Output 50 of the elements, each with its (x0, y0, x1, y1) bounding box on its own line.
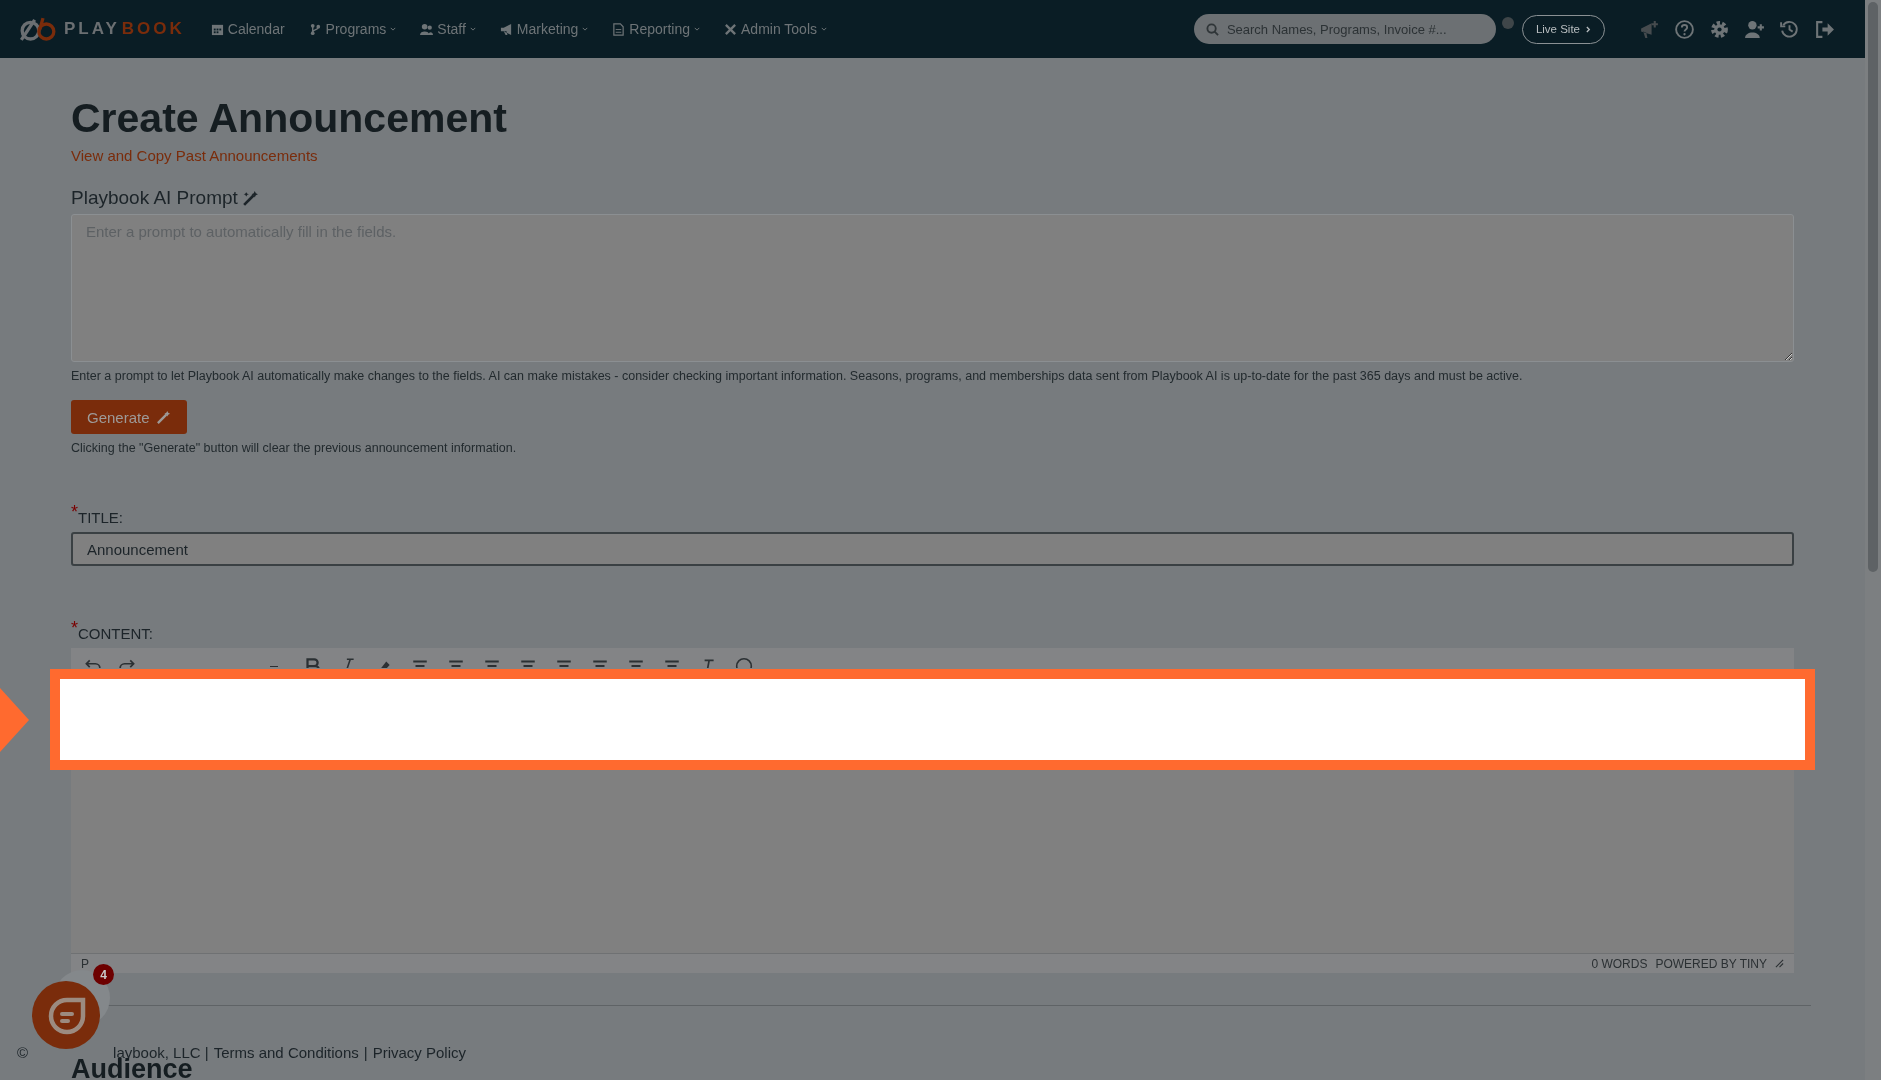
logo-icon (18, 16, 58, 42)
help-text: Clicking the "Generate" button will clear the previous announcement information. (71, 440, 518, 456)
megaphone-icon[interactable] (1639, 18, 1660, 40)
chat-button[interactable] (32, 970, 110, 1049)
scrollbar-thumb[interactable] (1868, 2, 1878, 572)
nav-menu-item[interactable]: Staff (420, 21, 476, 37)
calendar-icon (210, 22, 224, 36)
tour-pointer-icon (0, 688, 30, 752)
logo-text: PLAY (64, 19, 120, 39)
history-icon[interactable] (1779, 18, 1800, 40)
title-input[interactable]: Announcement (71, 532, 1794, 566)
branding-text: POWERED BY TINY (1655, 956, 1767, 971)
generate-button[interactable]: Generate (71, 400, 187, 434)
page-title: Create Announcement (71, 94, 508, 142)
element-path: P (81, 956, 89, 971)
magic-wand-icon (155, 409, 171, 425)
footer-text: | (363, 1044, 368, 1062)
magic-wand-icon (241, 189, 259, 207)
branch-icon (308, 22, 322, 36)
nav-menu-item[interactable]: Marketing (499, 21, 589, 37)
bullhorn-icon (499, 22, 513, 36)
add-user-icon[interactable] (1744, 18, 1765, 40)
redo-icon[interactable] (119, 657, 137, 668)
logout-icon[interactable] (1814, 18, 1835, 40)
bold-icon[interactable] (303, 657, 321, 668)
logo[interactable]: PLAY BOOK (18, 16, 185, 42)
field-label: TITLE: (78, 508, 124, 528)
required-mark: * (71, 502, 78, 524)
search-icon (1205, 23, 1219, 36)
nav-menu-item[interactable]: Reporting (612, 21, 700, 37)
users-icon (420, 22, 434, 36)
footer-text: © (17, 1044, 29, 1062)
search-field[interactable]: Search Names, Programs, Invoice #... (1193, 14, 1496, 44)
word-count: 0 WORDS (1591, 956, 1648, 971)
nav-menu-item[interactable]: Calendar (210, 21, 285, 37)
undo-icon[interactable] (83, 657, 101, 668)
file-icon (612, 22, 626, 36)
logo-text: BOOK (121, 19, 185, 39)
nav-menu-item[interactable]: Admin Tools (724, 21, 828, 37)
settings-icon[interactable] (1709, 18, 1730, 40)
footer-text[interactable]: Terms and Conditions (213, 1044, 359, 1062)
nav-menu-item[interactable]: Programs (308, 21, 397, 37)
chevron-icon (1586, 25, 1591, 33)
help-text: Enter a prompt to let Playbook AI automatically make changes to the fields. AI can make mistakes - consider checking important information. Seasons, programs, and memberships data sent from Playbook AI is up-to-date for the past 365 days and must be active. (71, 368, 1524, 384)
required-mark: * (71, 618, 78, 640)
resize-handle-icon[interactable] (1775, 959, 1784, 968)
field-label: CONTENT: (78, 624, 153, 644)
footer-text[interactable]: Privacy Policy (372, 1044, 467, 1062)
past-announcements-link[interactable]: View and Copy Past Announcements (71, 146, 1794, 166)
field-label: Playbook AI Prompt (71, 187, 238, 209)
